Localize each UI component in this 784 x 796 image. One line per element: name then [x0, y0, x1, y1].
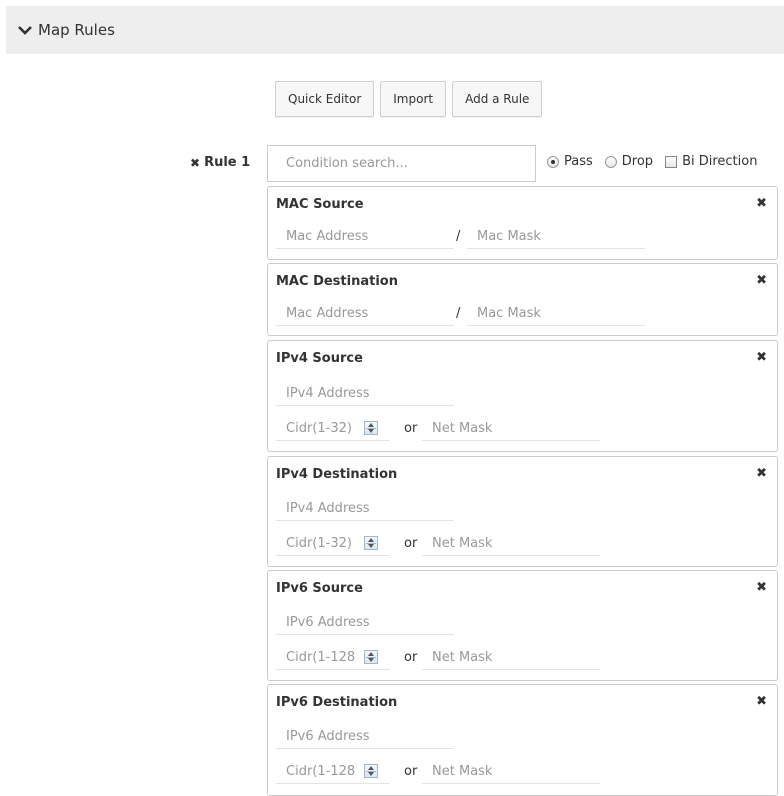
pass-radio[interactable]	[547, 155, 559, 168]
or-label: or	[404, 650, 418, 665]
close-icon[interactable]: ✖	[756, 350, 767, 365]
ipv4-source-card: IPv4 Source ✖ IPv4 Address Cidr(1-32) or…	[267, 340, 778, 452]
mac-mask-input[interactable]: Mac Mask	[467, 302, 645, 326]
mac-address-input[interactable]: Mac Address	[276, 225, 454, 249]
mac-address-input[interactable]: Mac Address	[276, 302, 454, 326]
pass-option[interactable]: Pass	[547, 154, 593, 169]
or-label: or	[404, 764, 418, 779]
import-button[interactable]: Import	[380, 81, 447, 117]
ipv4-address-input[interactable]: IPv4 Address	[276, 497, 454, 521]
mac-mask-input[interactable]: Mac Mask	[467, 225, 645, 249]
cidr-spinner[interactable]	[364, 536, 378, 550]
net-mask-input[interactable]: Net Mask	[422, 532, 600, 556]
close-icon[interactable]: ✖	[756, 694, 767, 709]
net-mask-input[interactable]: Net Mask	[422, 417, 600, 441]
close-icon[interactable]: ✖	[756, 273, 767, 288]
ipv6-source-card: IPv6 Source ✖ IPv6 Address Cidr(1-128 or…	[267, 570, 778, 681]
net-mask-input[interactable]: Net Mask	[422, 760, 600, 784]
slash-separator: /	[456, 306, 461, 321]
mac-source-card: MAC Source ✖ Mac Address / Mac Mask	[267, 186, 778, 260]
cidr-spinner[interactable]	[364, 421, 378, 435]
net-mask-input[interactable]: Net Mask	[422, 646, 600, 670]
cidr-spinner[interactable]	[364, 764, 378, 778]
pass-label: Pass	[564, 154, 593, 169]
cidr-spinner[interactable]	[364, 650, 378, 664]
drop-label: Drop	[621, 154, 654, 169]
chevron-down-icon	[18, 26, 32, 35]
card-title: IPv6 Destination	[276, 695, 398, 710]
add-rule-button[interactable]: Add a Rule	[452, 81, 543, 117]
card-title: IPv6 Source	[276, 581, 363, 596]
rule-toolbar: Quick Editor Import Add a Rule	[275, 81, 543, 117]
ipv6-address-input[interactable]: IPv6 Address	[276, 611, 454, 635]
bidirection-checkbox[interactable]	[665, 155, 678, 168]
ipv4-destination-card: IPv4 Destination ✖ IPv4 Address Cidr(1-3…	[267, 456, 778, 567]
rule-name: Rule 1	[204, 155, 251, 170]
drop-option[interactable]: Drop	[604, 154, 654, 169]
bidirection-label: Bi Direction	[682, 154, 758, 169]
condition-search-input[interactable]: Condition search...	[267, 145, 536, 182]
close-icon[interactable]: ✖	[756, 466, 767, 481]
close-icon[interactable]: ✖	[756, 580, 767, 595]
ipv4-address-input[interactable]: IPv4 Address	[276, 382, 454, 406]
slash-separator: /	[456, 229, 461, 244]
map-rules-header[interactable]: Map Rules	[6, 6, 784, 54]
quick-editor-button[interactable]: Quick Editor	[275, 81, 375, 117]
or-label: or	[404, 536, 418, 551]
card-title: MAC Destination	[276, 274, 398, 289]
card-title: MAC Source	[276, 197, 364, 212]
drop-radio[interactable]	[604, 155, 617, 168]
bidirection-option[interactable]: Bi Direction	[665, 154, 757, 169]
or-label: or	[404, 421, 418, 436]
ipv6-destination-card: IPv6 Destination ✖ IPv6 Address Cidr(1-1…	[267, 684, 778, 796]
header-title: Map Rules	[38, 21, 115, 39]
card-title: IPv4 Destination	[276, 467, 398, 482]
close-icon[interactable]: ✖	[756, 196, 767, 211]
remove-rule-icon[interactable]: ✖	[190, 156, 200, 170]
mac-destination-card: MAC Destination ✖ Mac Address / Mac Mask	[267, 263, 778, 336]
rule-options: Pass Drop Bi Direction	[547, 154, 769, 169]
card-title: IPv4 Source	[276, 351, 363, 366]
rule-label: ✖ Rule 1	[190, 155, 250, 170]
ipv6-address-input[interactable]: IPv6 Address	[276, 725, 454, 749]
